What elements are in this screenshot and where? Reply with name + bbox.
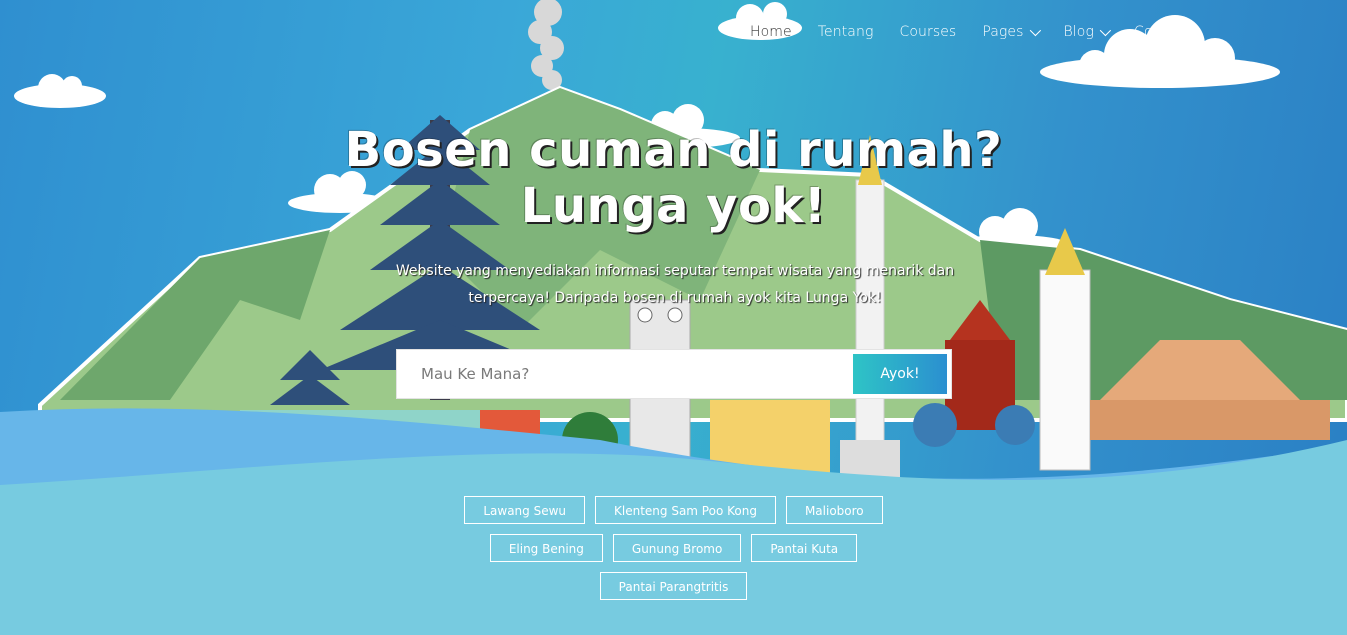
tag-row: Eling Bening Gunung Bromo Pantai Kuta: [0, 534, 1347, 562]
main-nav: Home Tentang Courses Pages Blog Contact: [750, 24, 1215, 40]
hero-title: Bosen cuman di rumah? Lunga yok!: [0, 122, 1347, 234]
nav-item-tentang[interactable]: Tentang: [818, 24, 874, 40]
nav-item-courses[interactable]: Courses: [899, 24, 956, 40]
hero-subtitle-line-2: terpercaya! Daripada bosen di rumah ayok…: [468, 290, 882, 306]
hero-subtitle-line-1: Website yang menyediakan informasi seput…: [395, 263, 955, 279]
chevron-down-icon: [1099, 24, 1112, 37]
hero-title-line-1: Bosen cuman di rumah?: [344, 122, 1003, 178]
nav-item-label: Blog: [1063, 24, 1094, 40]
tag-malioboro[interactable]: Malioboro: [785, 496, 883, 524]
search-input[interactable]: [397, 350, 853, 398]
chevron-down-icon: [1029, 24, 1041, 37]
hero-subtitle: Website yang menyediakan informasi seput…: [380, 258, 970, 312]
nav-item-home[interactable]: Home: [750, 24, 792, 40]
popular-destinations: Lawang Sewu Klenteng Sam Poo Kong Maliob…: [0, 496, 1347, 610]
search-bar: Ayok!: [396, 349, 952, 399]
nav-item-label: Pages: [982, 24, 1024, 40]
tag-pantai-parangtritis[interactable]: Pantai Parangtritis: [599, 572, 748, 600]
tag-gunung-bromo[interactable]: Gunung Bromo: [612, 534, 742, 562]
nav-item-label: Tentang: [817, 24, 874, 40]
tag-klenteng-sam-poo-kong[interactable]: Klenteng Sam Poo Kong: [595, 496, 776, 524]
nav-item-label: Courses: [899, 24, 957, 40]
tag-row: Lawang Sewu Klenteng Sam Poo Kong Maliob…: [0, 496, 1347, 524]
hero-section: Home Tentang Courses Pages Blog Contact …: [0, 0, 1347, 635]
tag-row: Pantai Parangtritis: [0, 572, 1347, 600]
tag-lawang-sewu[interactable]: Lawang Sewu: [464, 496, 586, 524]
volcano-smoke: [528, 0, 564, 90]
tag-pantai-kuta[interactable]: Pantai Kuta: [751, 534, 858, 562]
nav-item-label: Home: [750, 24, 792, 40]
hero-title-line-2: Lunga yok!: [520, 178, 827, 234]
search-button[interactable]: Ayok!: [853, 354, 947, 394]
nav-item-contact[interactable]: Contact: [1134, 24, 1189, 40]
nav-item-label: Contact: [1133, 24, 1190, 40]
tag-eling-bening[interactable]: Eling Bening: [489, 534, 603, 562]
nav-item-blog[interactable]: Blog: [1063, 24, 1112, 40]
nav-item-pages[interactable]: Pages: [982, 24, 1041, 40]
